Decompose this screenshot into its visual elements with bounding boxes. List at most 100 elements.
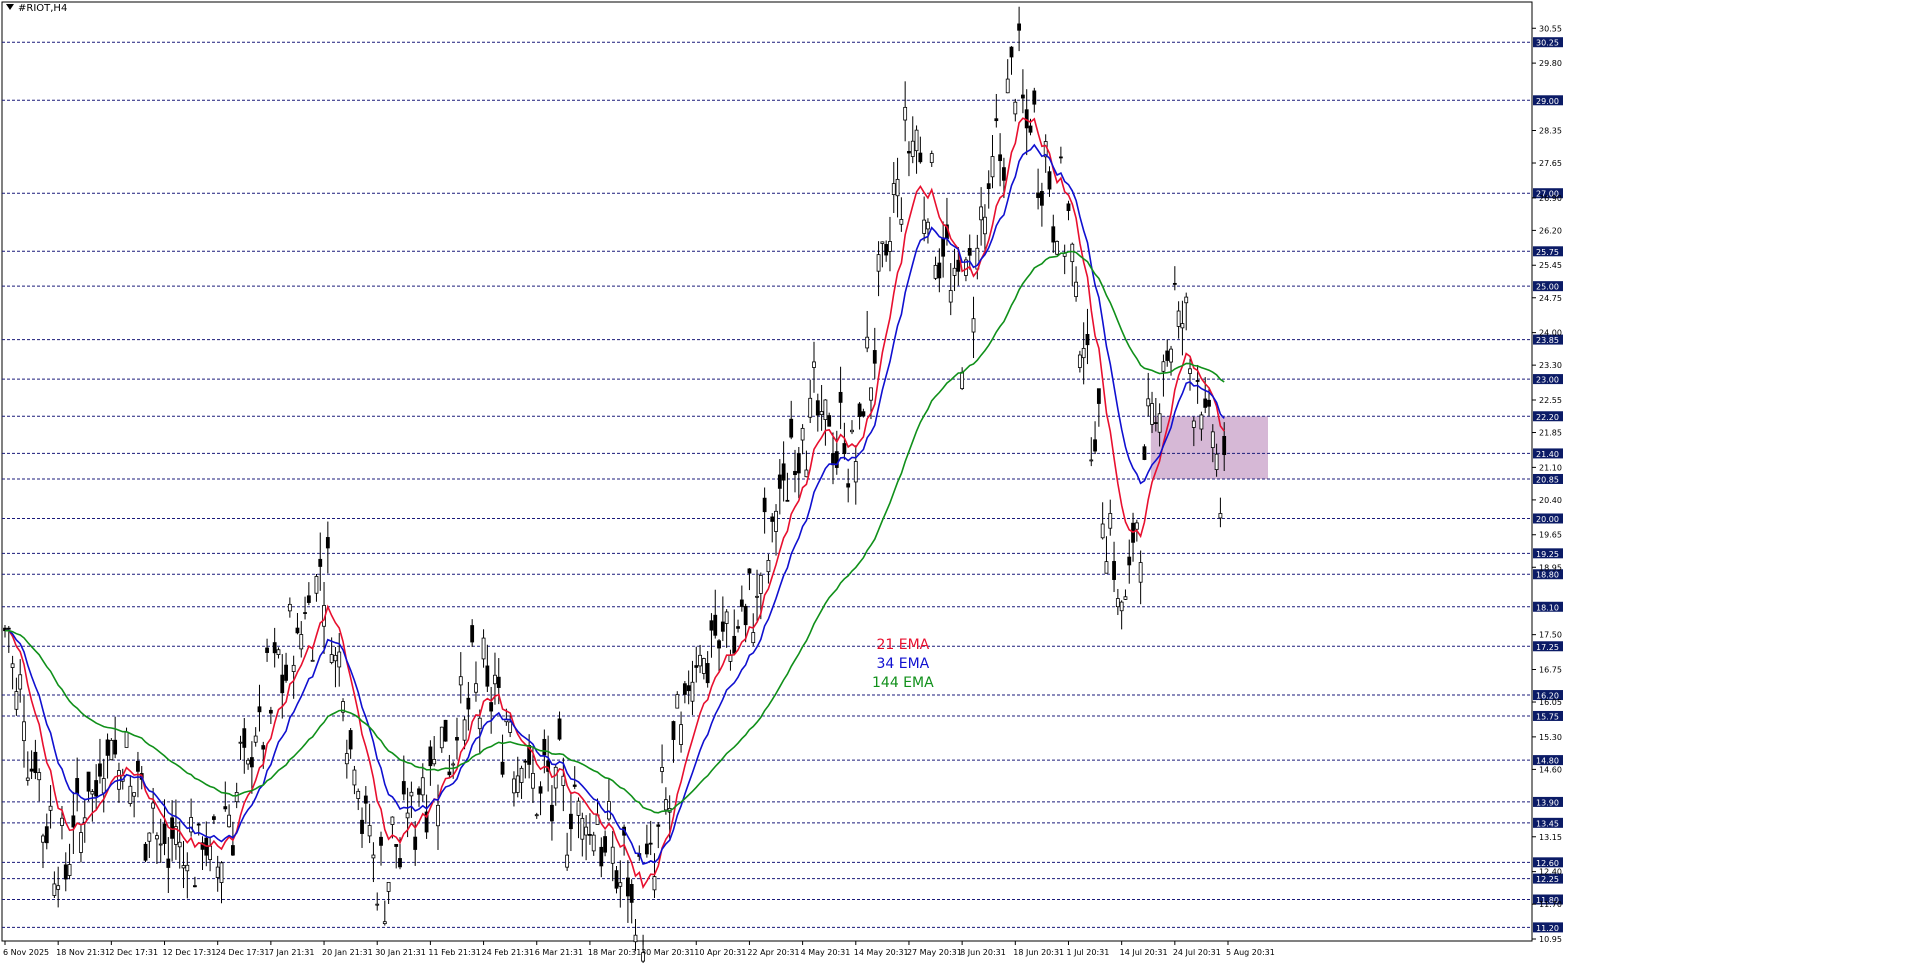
- legend-ema21: 21 EMA: [876, 637, 930, 653]
- x-tick-label: 18 Nov 21:31: [56, 948, 110, 957]
- candle-body: [1066, 203, 1071, 211]
- legend-ema144: 144 EMA: [872, 675, 934, 691]
- candle-body: [299, 634, 304, 650]
- x-tick-label: 24 Feb 21:31: [482, 948, 534, 957]
- candle-body: [682, 683, 687, 695]
- candle-body: [698, 654, 702, 667]
- candle-body: [895, 178, 900, 197]
- candle-body: [534, 814, 539, 817]
- candle-body: [872, 350, 877, 364]
- candle-body: [983, 216, 987, 235]
- candle-body: [793, 470, 797, 476]
- candle-body: [732, 635, 737, 654]
- candle-body: [185, 864, 190, 872]
- candle-body: [268, 709, 273, 714]
- candle-body: [352, 769, 357, 786]
- candle-body: [960, 371, 965, 390]
- candle-body: [105, 739, 110, 756]
- candle-body: [812, 361, 816, 368]
- x-tick-label: 7 Jan 21:31: [269, 948, 315, 957]
- candle-body: [777, 474, 782, 489]
- candle-body: [257, 706, 262, 713]
- candle-body: [1013, 101, 1018, 115]
- candle-body: [1169, 348, 1173, 363]
- candle-body: [398, 858, 402, 868]
- candle-body: [869, 387, 873, 401]
- candle-body: [1005, 78, 1010, 94]
- price-chart[interactable]: 30.2529.0027.0025.7525.0023.8523.0022.20…: [0, 0, 1916, 963]
- candle-body: [481, 637, 486, 660]
- candle-body: [265, 647, 269, 653]
- x-tick-label: 14 May 20:31: [854, 948, 909, 957]
- candle-body: [496, 676, 501, 688]
- candle-body: [584, 826, 589, 836]
- candle-body: [417, 788, 421, 795]
- candle-body: [124, 731, 129, 748]
- candle-body: [356, 790, 361, 799]
- candle-body: [1074, 281, 1078, 297]
- candle-body: [789, 418, 794, 438]
- candle-body: [1036, 192, 1040, 198]
- candle-body: [956, 259, 961, 272]
- y-tick-label: 18.95: [1539, 563, 1562, 572]
- candle-body: [436, 804, 440, 827]
- candle-body: [1146, 398, 1151, 407]
- candle-body: [690, 681, 695, 702]
- level-label: 18.10: [1536, 603, 1559, 612]
- x-tick-label: 24 Dec 17:31: [216, 948, 270, 957]
- x-tick-label: 18 Mar 20:31: [588, 948, 641, 957]
- y-tick-label: 24.75: [1539, 294, 1562, 303]
- level-label: 11.20: [1536, 924, 1559, 933]
- candle-body: [303, 612, 307, 614]
- candle-body: [329, 654, 334, 663]
- candle-body: [728, 654, 733, 662]
- level-label: 29.00: [1536, 97, 1559, 106]
- candle-body: [846, 483, 851, 488]
- candle-body: [451, 763, 456, 766]
- candle-body: [914, 129, 919, 152]
- candle-body: [1093, 439, 1097, 452]
- candle-body: [758, 574, 763, 594]
- y-tick-label: 20.40: [1539, 496, 1562, 505]
- candle-body: [762, 497, 767, 513]
- level-label: 25.75: [1536, 248, 1559, 257]
- candle-body: [132, 792, 137, 797]
- ema21-line: [4, 117, 1225, 890]
- candle-body: [720, 621, 725, 632]
- candle-body: [538, 786, 543, 794]
- candle-body: [515, 775, 520, 793]
- candle-body: [888, 241, 892, 252]
- candle-body: [71, 815, 76, 828]
- candle-body: [610, 846, 615, 864]
- candle-body: [86, 771, 91, 792]
- y-tick-label: 14.60: [1539, 765, 1562, 774]
- y-tick-label: 25.45: [1539, 261, 1562, 270]
- candle-body: [41, 835, 45, 843]
- candle-body: [1077, 354, 1082, 368]
- candle-body: [272, 642, 277, 654]
- candle-body: [618, 882, 623, 887]
- candle-body: [1055, 241, 1059, 255]
- candle-body: [1032, 90, 1037, 105]
- candle-body: [1058, 156, 1063, 159]
- candle-body: [325, 537, 330, 549]
- x-tick-label: 5 Aug 20:31: [1226, 948, 1275, 957]
- candle-body: [18, 674, 23, 690]
- candle-body: [367, 825, 372, 837]
- candle-body: [371, 854, 376, 859]
- candle-body: [512, 778, 516, 794]
- y-tick-label: 15.30: [1539, 733, 1562, 742]
- candle-body: [739, 599, 744, 607]
- candle-body: [1165, 350, 1170, 361]
- candle-body: [531, 772, 535, 789]
- candle-body: [671, 721, 676, 740]
- candle-body: [796, 453, 801, 474]
- candle-body: [22, 721, 26, 742]
- candle-body: [1207, 399, 1211, 407]
- candle-body: [850, 429, 854, 433]
- candle-body: [147, 832, 152, 842]
- candle-body: [1195, 380, 1200, 382]
- level-label: 19.25: [1536, 550, 1559, 559]
- candle-body: [60, 817, 64, 826]
- candle-body: [37, 772, 42, 781]
